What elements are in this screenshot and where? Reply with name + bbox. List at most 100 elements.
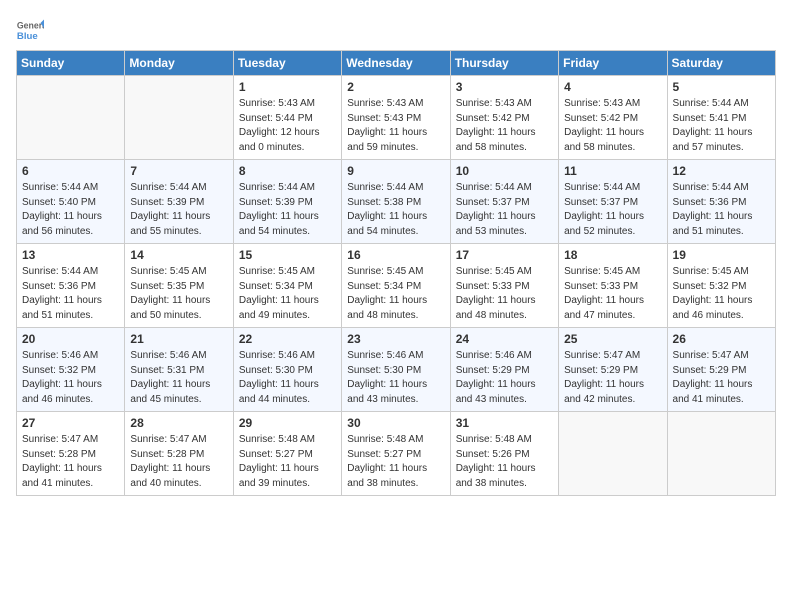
calendar-cell: 25 Sunrise: 5:47 AM Sunset: 5:29 PM Dayli…	[559, 328, 667, 412]
day-number: 31	[456, 416, 553, 430]
calendar-cell: 15 Sunrise: 5:45 AM Sunset: 5:34 PM Dayli…	[233, 244, 341, 328]
calendar-cell: 21Sunrise: 5:46 AM Sunset: 5:31 PM Dayli…	[125, 328, 233, 412]
cell-details: Sunrise: 5:46 AM Sunset: 5:30 PM Dayligh…	[347, 349, 444, 407]
calendar-cell: 31Sunrise: 5:48 AM Sunset: 5:26 PM Dayli…	[450, 412, 558, 496]
calendar-cell	[667, 412, 775, 496]
calendar-cell: 14Sunrise: 5:45 AM Sunset: 5:35 PM Dayli…	[125, 244, 233, 328]
calendar-week-4: 20 Sunrise: 5:46 AM Sunset: 5:32 PM Dayli…	[17, 328, 776, 412]
cell-details: Sunrise: 5:45 AM Sunset: 5:34 PM Dayligh…	[239, 265, 336, 323]
calendar-cell: 18 Sunrise: 5:45 AM Sunset: 5:33 PM Dayli…	[559, 244, 667, 328]
cell-details: Sunrise: 5:44 AM Sunset: 5:36 PM Dayligh…	[22, 265, 119, 323]
calendar-week-1: 1Sunrise: 5:43 AM Sunset: 5:44 PM Daylig…	[17, 76, 776, 160]
day-number: 28	[130, 416, 227, 430]
calendar-cell: 26Sunrise: 5:47 AM Sunset: 5:29 PM Dayli…	[667, 328, 775, 412]
cell-details: Sunrise: 5:45 AM Sunset: 5:33 PM Dayligh…	[564, 265, 661, 323]
calendar-cell: 8 Sunrise: 5:44 AM Sunset: 5:39 PM Daylig…	[233, 160, 341, 244]
cell-details: Sunrise: 5:47 AM Sunset: 5:28 PM Dayligh…	[22, 433, 119, 491]
calendar-week-2: 6 Sunrise: 5:44 AM Sunset: 5:40 PM Daylig…	[17, 160, 776, 244]
day-number: 8	[239, 164, 336, 178]
weekday-header-saturday: Saturday	[667, 51, 775, 76]
calendar-cell	[559, 412, 667, 496]
calendar-cell	[17, 76, 125, 160]
day-number: 17	[456, 248, 553, 262]
calendar-cell: 28 Sunrise: 5:47 AM Sunset: 5:28 PM Dayli…	[125, 412, 233, 496]
cell-details: Sunrise: 5:48 AM Sunset: 5:27 PM Dayligh…	[239, 433, 336, 491]
calendar-cell: 13 Sunrise: 5:44 AM Sunset: 5:36 PM Dayli…	[17, 244, 125, 328]
day-number: 7	[130, 164, 227, 178]
svg-text:General: General	[17, 20, 44, 30]
day-number: 3	[456, 80, 553, 94]
weekday-header-sunday: Sunday	[17, 51, 125, 76]
calendar-cell: 12Sunrise: 5:44 AM Sunset: 5:36 PM Dayli…	[667, 160, 775, 244]
day-number: 6	[22, 164, 119, 178]
day-number: 22	[239, 332, 336, 346]
calendar-cell: 10 Sunrise: 5:44 AM Sunset: 5:37 PM Dayli…	[450, 160, 558, 244]
cell-details: Sunrise: 5:45 AM Sunset: 5:33 PM Dayligh…	[456, 265, 553, 323]
cell-details: Sunrise: 5:43 AM Sunset: 5:42 PM Dayligh…	[456, 97, 553, 155]
day-number: 15	[239, 248, 336, 262]
day-number: 18	[564, 248, 661, 262]
cell-details: Sunrise: 5:44 AM Sunset: 5:37 PM Dayligh…	[456, 181, 553, 239]
day-number: 11	[564, 164, 661, 178]
day-number: 25	[564, 332, 661, 346]
calendar-cell: 29 Sunrise: 5:48 AM Sunset: 5:27 PM Dayli…	[233, 412, 341, 496]
cell-details: Sunrise: 5:44 AM Sunset: 5:40 PM Dayligh…	[22, 181, 119, 239]
day-number: 4	[564, 80, 661, 94]
calendar-cell: 20 Sunrise: 5:46 AM Sunset: 5:32 PM Dayli…	[17, 328, 125, 412]
weekday-header-tuesday: Tuesday	[233, 51, 341, 76]
calendar-table: SundayMondayTuesdayWednesdayThursdayFrid…	[16, 50, 776, 496]
calendar-week-3: 13 Sunrise: 5:44 AM Sunset: 5:36 PM Dayli…	[17, 244, 776, 328]
calendar-cell: 11 Sunrise: 5:44 AM Sunset: 5:37 PM Dayli…	[559, 160, 667, 244]
day-number: 9	[347, 164, 444, 178]
day-number: 27	[22, 416, 119, 430]
day-number: 2	[347, 80, 444, 94]
calendar-cell	[125, 76, 233, 160]
day-number: 19	[673, 248, 770, 262]
cell-details: Sunrise: 5:43 AM Sunset: 5:42 PM Dayligh…	[564, 97, 661, 155]
cell-details: Sunrise: 5:45 AM Sunset: 5:34 PM Dayligh…	[347, 265, 444, 323]
svg-text:Blue: Blue	[17, 31, 38, 42]
calendar-cell: 4 Sunrise: 5:43 AM Sunset: 5:42 PM Daylig…	[559, 76, 667, 160]
weekday-header-wednesday: Wednesday	[342, 51, 450, 76]
calendar-cell: 5 Sunrise: 5:44 AM Sunset: 5:41 PM Daylig…	[667, 76, 775, 160]
day-number: 5	[673, 80, 770, 94]
cell-details: Sunrise: 5:43 AM Sunset: 5:43 PM Dayligh…	[347, 97, 444, 155]
calendar-cell: 2 Sunrise: 5:43 AM Sunset: 5:43 PM Daylig…	[342, 76, 450, 160]
cell-details: Sunrise: 5:46 AM Sunset: 5:29 PM Dayligh…	[456, 349, 553, 407]
calendar-cell: 7 Sunrise: 5:44 AM Sunset: 5:39 PM Daylig…	[125, 160, 233, 244]
cell-details: Sunrise: 5:45 AM Sunset: 5:32 PM Dayligh…	[673, 265, 770, 323]
cell-details: Sunrise: 5:46 AM Sunset: 5:32 PM Dayligh…	[22, 349, 119, 407]
day-number: 24	[456, 332, 553, 346]
calendar-cell: 16 Sunrise: 5:45 AM Sunset: 5:34 PM Dayli…	[342, 244, 450, 328]
cell-details: Sunrise: 5:43 AM Sunset: 5:44 PM Dayligh…	[239, 97, 336, 155]
day-number: 10	[456, 164, 553, 178]
calendar-cell: 22 Sunrise: 5:46 AM Sunset: 5:30 PM Dayli…	[233, 328, 341, 412]
day-number: 16	[347, 248, 444, 262]
calendar-cell: 27 Sunrise: 5:47 AM Sunset: 5:28 PM Dayli…	[17, 412, 125, 496]
calendar-cell: 23Sunrise: 5:46 AM Sunset: 5:30 PM Dayli…	[342, 328, 450, 412]
weekday-header-row: SundayMondayTuesdayWednesdayThursdayFrid…	[17, 51, 776, 76]
calendar-cell: 19 Sunrise: 5:45 AM Sunset: 5:32 PM Dayli…	[667, 244, 775, 328]
cell-details: Sunrise: 5:44 AM Sunset: 5:39 PM Dayligh…	[239, 181, 336, 239]
day-number: 13	[22, 248, 119, 262]
logo: General Blue	[16, 16, 44, 44]
cell-details: Sunrise: 5:47 AM Sunset: 5:29 PM Dayligh…	[673, 349, 770, 407]
calendar-cell: 9Sunrise: 5:44 AM Sunset: 5:38 PM Daylig…	[342, 160, 450, 244]
weekday-header-friday: Friday	[559, 51, 667, 76]
day-number: 30	[347, 416, 444, 430]
day-number: 29	[239, 416, 336, 430]
cell-details: Sunrise: 5:44 AM Sunset: 5:37 PM Dayligh…	[564, 181, 661, 239]
day-number: 20	[22, 332, 119, 346]
page-header: General Blue	[16, 16, 776, 44]
cell-details: Sunrise: 5:46 AM Sunset: 5:31 PM Dayligh…	[130, 349, 227, 407]
day-number: 12	[673, 164, 770, 178]
cell-details: Sunrise: 5:44 AM Sunset: 5:41 PM Dayligh…	[673, 97, 770, 155]
cell-details: Sunrise: 5:47 AM Sunset: 5:29 PM Dayligh…	[564, 349, 661, 407]
cell-details: Sunrise: 5:44 AM Sunset: 5:39 PM Dayligh…	[130, 181, 227, 239]
logo-icon: General Blue	[16, 16, 44, 44]
calendar-cell: 3 Sunrise: 5:43 AM Sunset: 5:42 PM Daylig…	[450, 76, 558, 160]
cell-details: Sunrise: 5:46 AM Sunset: 5:30 PM Dayligh…	[239, 349, 336, 407]
cell-details: Sunrise: 5:48 AM Sunset: 5:27 PM Dayligh…	[347, 433, 444, 491]
calendar-cell: 17 Sunrise: 5:45 AM Sunset: 5:33 PM Dayli…	[450, 244, 558, 328]
cell-details: Sunrise: 5:47 AM Sunset: 5:28 PM Dayligh…	[130, 433, 227, 491]
